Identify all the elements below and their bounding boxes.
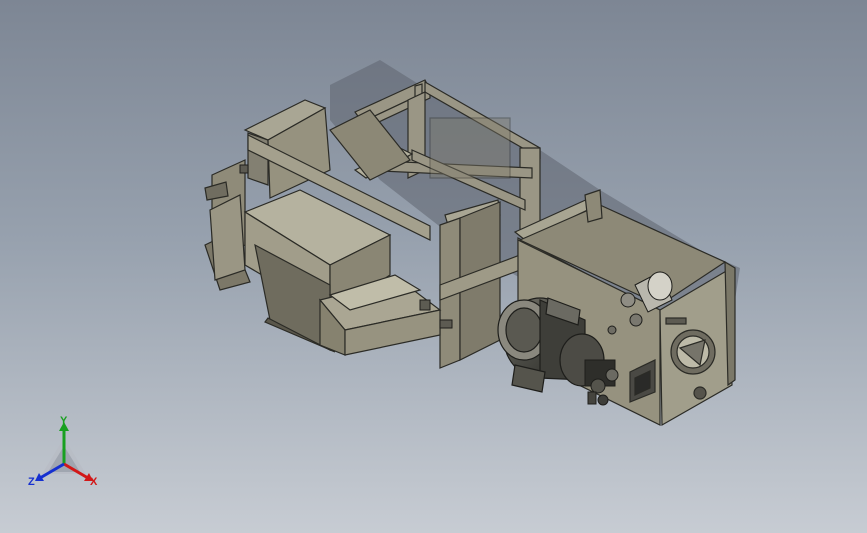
z-axis-label: Z [28, 476, 35, 488]
x-axis-label: X [90, 476, 98, 488]
graphics-viewport[interactable]: Y X Z [0, 0, 867, 533]
cad-assembly-model[interactable] [0, 0, 867, 533]
y-axis-label: Y [60, 415, 68, 427]
coordinate-triad: Y X Z [24, 415, 108, 496]
